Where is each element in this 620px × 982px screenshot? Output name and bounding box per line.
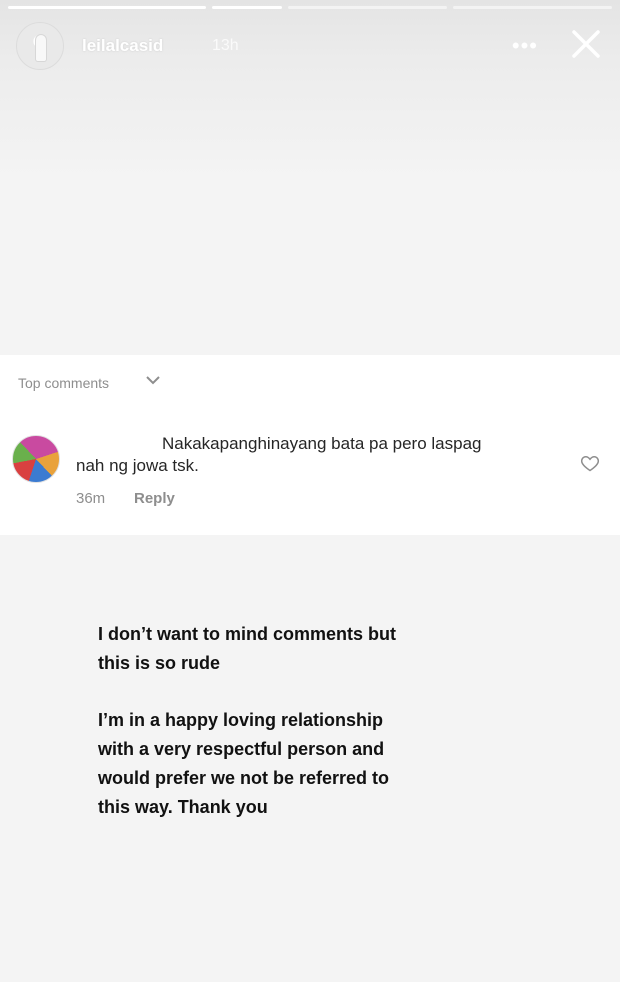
progress-segment: [288, 6, 447, 9]
comment-screenshot-card: Top comments Nakakapanghinayang bata pa …: [0, 355, 620, 535]
heart-outline-icon: [580, 455, 600, 472]
comment-text-line: nah ng jowa tsk.: [76, 456, 199, 475]
message-paragraph: I don’t want to mind comments but this i…: [98, 624, 396, 673]
more-icon[interactable]: •••: [512, 33, 538, 59]
progress-segment: [8, 6, 206, 9]
reply-button: Reply: [134, 490, 175, 507]
progress-segment: [453, 6, 612, 9]
top-comments-label: Top comments: [18, 375, 110, 391]
username[interactable]: leilalcasid: [82, 36, 163, 56]
post-time: 13h: [212, 37, 239, 54]
comment-time: 36m: [76, 490, 106, 507]
story-viewer: leilalcasid 13h ••• Top comments Nakakap…: [0, 0, 620, 982]
message-paragraph: I’m in a happy loving relationship with …: [98, 710, 390, 817]
story-message-text: I don’t want to mind comments but this i…: [98, 620, 398, 822]
comment-text-line: Nakakapanghinayang bata pa pero laspag: [162, 434, 482, 453]
close-icon[interactable]: [566, 24, 606, 64]
story-progress-bar: [8, 6, 612, 9]
comment-text: Nakakapanghinayang bata pa pero laspag n…: [76, 433, 546, 477]
chevron-down-icon: [146, 376, 160, 385]
profile-avatar[interactable]: [16, 22, 64, 70]
commenter-avatar: [12, 435, 60, 483]
story-header: leilalcasid 13h •••: [16, 22, 606, 74]
progress-segment: [212, 6, 282, 9]
